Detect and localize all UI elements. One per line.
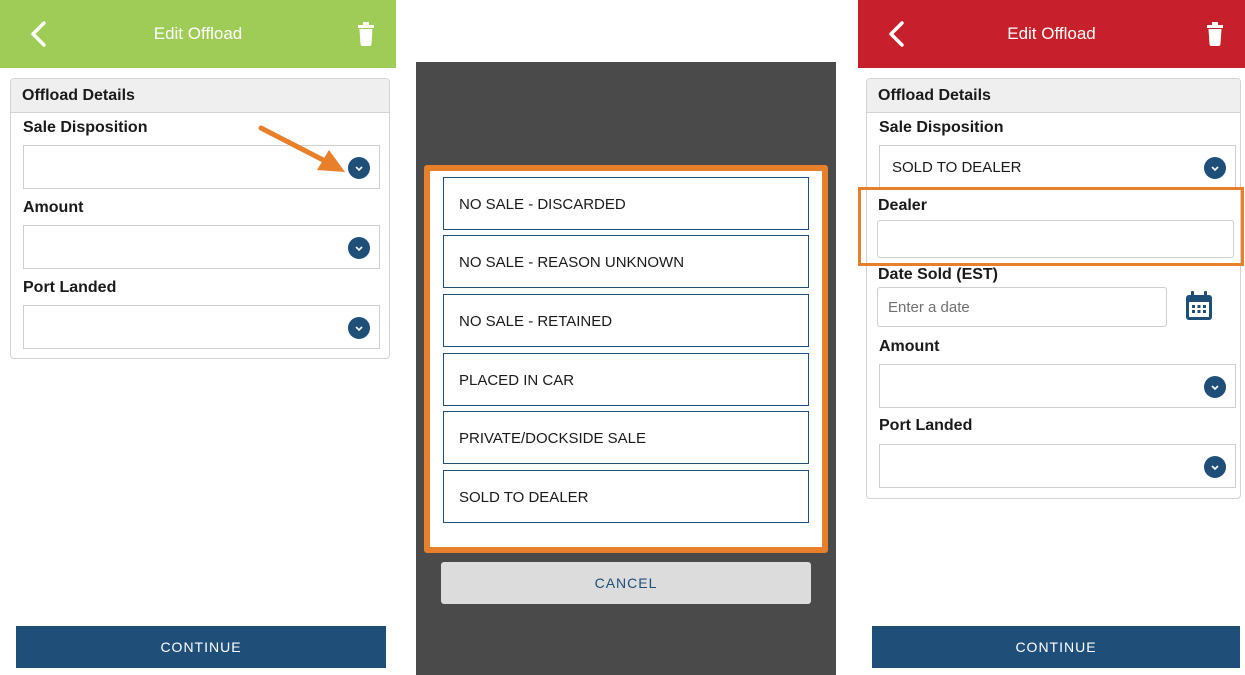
amount-select[interactable] [879,364,1236,408]
trash-icon[interactable] [358,22,374,46]
chevron-down-icon[interactable] [1204,157,1226,179]
header-bar: Edit Offload [858,0,1245,68]
edit-offload-screen-empty: Edit Offload Offload Details Sale Dispos… [0,0,396,675]
offload-details-card: Offload Details Sale Disposition Amount … [10,78,390,359]
option-placed-in-car[interactable]: PLACED IN CAR [443,353,809,406]
page-title: Edit Offload [1007,24,1096,43]
option-sold-to-dealer[interactable]: SOLD TO DEALER [443,470,809,523]
dealer-highlight-box [858,187,1244,266]
section-title: Offload Details [867,79,1240,113]
date-placeholder: Enter a date [888,299,970,316]
option-private-dockside-sale[interactable]: PRIVATE/DOCKSIDE SALE [443,411,809,464]
section-title: Offload Details [11,79,389,113]
port-landed-select[interactable] [879,444,1236,488]
chevron-down-icon[interactable] [1204,376,1226,398]
amount-label: Amount [879,338,940,355]
date-sold-label: Date Sold (EST) [878,266,999,283]
chevron-down-icon[interactable] [348,237,370,259]
amount-label: Amount [23,199,84,216]
header-bar: Edit Offload [0,0,396,68]
sale-disposition-select[interactable]: SOLD TO DEALER [879,145,1236,189]
sale-disposition-picker-screen: NO SALE - DISCARDED NO SALE - REASON UNK… [416,62,836,675]
sale-disposition-value: SOLD TO DEALER [892,159,1022,176]
continue-button[interactable]: CONTINUE [16,626,386,668]
option-no-sale-discarded[interactable]: NO SALE - DISCARDED [443,177,809,230]
disposition-options-list: NO SALE - DISCARDED NO SALE - REASON UNK… [424,165,828,553]
arrow-annotation-icon [258,125,345,172]
port-landed-label: Port Landed [23,279,117,296]
trash-icon[interactable] [1207,22,1223,46]
page-title: Edit Offload [153,24,243,43]
port-landed-select[interactable] [23,305,380,349]
edit-offload-screen-filled: Edit Offload Offload Details Sale Dispos… [858,0,1245,675]
chevron-down-icon[interactable] [1204,456,1226,478]
port-landed-label: Port Landed [879,417,973,434]
option-no-sale-reason-unknown[interactable]: NO SALE - REASON UNKNOWN [443,235,809,288]
sale-disposition-label: Sale Disposition [23,119,148,136]
sale-disposition-label: Sale Disposition [879,119,1004,136]
calendar-icon[interactable] [1184,290,1214,327]
continue-button[interactable]: CONTINUE [872,626,1240,668]
chevron-down-icon[interactable] [348,157,370,179]
option-no-sale-retained[interactable]: NO SALE - RETAINED [443,294,809,347]
chevron-down-icon[interactable] [348,317,370,339]
cancel-button[interactable]: CANCEL [441,562,811,604]
amount-select[interactable] [23,225,380,269]
date-sold-input[interactable]: Enter a date [877,287,1167,327]
